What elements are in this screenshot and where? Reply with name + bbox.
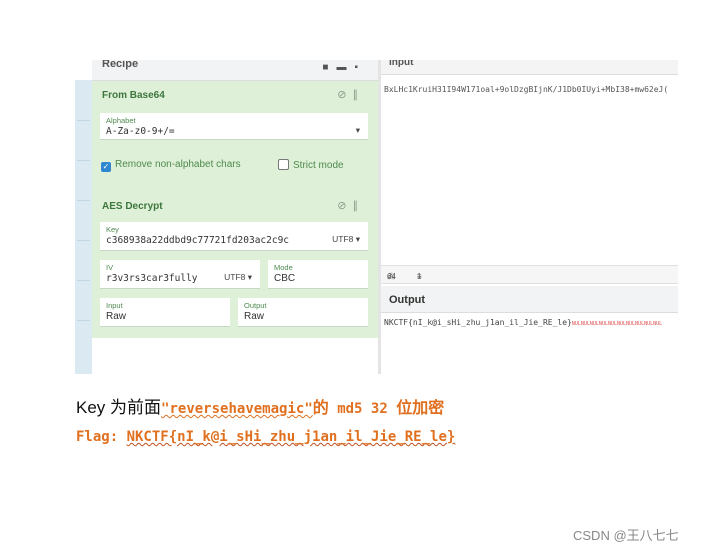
strict-mode-label: Strict mode bbox=[293, 160, 344, 171]
op-controls: ⊘∥ bbox=[337, 88, 364, 101]
iv-value: r3v3rs3car3fully bbox=[106, 273, 198, 284]
output-null-bytes: NULNULNULNULNULNULNULNULNULNUL bbox=[571, 321, 663, 327]
chevron-down-icon: ▾ bbox=[355, 125, 360, 135]
recipe-header: Recipe ■▬▪ bbox=[92, 60, 378, 81]
input-format-label: Input bbox=[106, 301, 123, 310]
alphabet-label: Alphabet bbox=[106, 116, 136, 125]
mode-value: CBC bbox=[274, 273, 296, 284]
delete-icon[interactable]: ▪ bbox=[354, 62, 366, 73]
checkbox-unchecked-icon bbox=[278, 159, 289, 170]
input-header: Input bbox=[381, 60, 678, 75]
flag-value: NKCTF{nI_k@i_sHi_zhu_j1an_il_Jie_RE_le} bbox=[126, 429, 456, 445]
recipe-title: Recipe bbox=[102, 60, 139, 70]
iv-label: IV bbox=[106, 263, 114, 272]
input-status-bar: ⁂ 64 ≡ 1 bbox=[381, 265, 678, 284]
key-field[interactable]: Key c368938a22ddbd9c77721fd203ac2c9c UTF… bbox=[100, 222, 368, 251]
op-from-base64: From Base64 ⊘∥ Alphabet A-Za-z0-9+/= ▾ ✓… bbox=[92, 81, 378, 193]
pause-icon[interactable]: ∥ bbox=[353, 89, 365, 101]
output-format-select[interactable]: Output Raw bbox=[238, 298, 368, 327]
folder-icon[interactable]: ▬ bbox=[336, 62, 354, 73]
mode-label: Mode bbox=[274, 263, 293, 272]
checkbox-checked-icon: ✓ bbox=[101, 162, 111, 172]
alphabet-value: A-Za-z0-9+/= bbox=[106, 126, 175, 137]
key-value: c368938a22ddbd9c77721fd203ac2c9c bbox=[106, 235, 290, 246]
cyberchef-screenshot: Recipe ■▬▪ From Base64 ⊘∥ Alphabet A-Za-… bbox=[75, 60, 678, 374]
key-label: Key bbox=[106, 225, 119, 234]
iv-field[interactable]: IV r3v3rs3car3fully UTF8 ▾ bbox=[100, 260, 260, 289]
flag-label: Flag: bbox=[76, 429, 127, 445]
panel-divider[interactable] bbox=[378, 60, 381, 374]
strict-mode-checkbox[interactable]: Strict mode bbox=[278, 159, 344, 171]
recipe-body: From Base64 ⊘∥ Alphabet A-Za-z0-9+/= ▾ ✓… bbox=[92, 81, 378, 374]
input-format-value: Raw bbox=[106, 311, 127, 322]
alphabet-select[interactable]: Alphabet A-Za-z0-9+/= ▾ bbox=[100, 113, 368, 140]
output-header: Output bbox=[381, 286, 678, 313]
recipe-toolbar: ■▬▪ bbox=[322, 62, 366, 73]
output-title: Output bbox=[389, 294, 426, 306]
input-title: Input bbox=[389, 60, 414, 68]
input-textarea[interactable]: BxLHc1KruiH31I94W171oal+9olDzgBIjnK/J1Db… bbox=[384, 85, 678, 94]
output-value: NKCTF{nI_k@i_sHi_zhu_j1an_il_Jie_RE_le} bbox=[384, 318, 572, 327]
op-aes-decrypt: AES Decrypt ⊘∥ Key c368938a22ddbd9c77721… bbox=[92, 193, 378, 338]
op-title-from-base64: From Base64 bbox=[102, 90, 165, 101]
watermark: CSDN @王八七七 bbox=[573, 528, 679, 543]
key-note: Key 为前面"reversehavemagic"的 md5 32 位加密 bbox=[76, 398, 445, 417]
remove-nonalpha-checkbox[interactable]: ✓ Remove non-alphabet chars bbox=[101, 159, 241, 172]
disable-icon[interactable]: ⊘ bbox=[337, 89, 352, 101]
remove-nonalpha-label: Remove non-alphabet chars bbox=[115, 159, 241, 170]
output-textarea[interactable]: NKCTF{nI_k@i_sHi_zhu_j1an_il_Jie_RE_le}N… bbox=[384, 318, 662, 327]
disable-icon[interactable]: ⊘ bbox=[337, 200, 352, 212]
save-icon[interactable]: ■ bbox=[322, 62, 336, 73]
iv-encoding-dropdown[interactable]: UTF8 ▾ bbox=[224, 272, 252, 283]
mode-select[interactable]: Mode CBC bbox=[268, 260, 368, 289]
op-controls: ⊘∥ bbox=[337, 199, 364, 212]
output-format-value: Raw bbox=[244, 311, 265, 322]
pause-icon[interactable]: ∥ bbox=[353, 200, 365, 212]
key-phrase: "reversehavemagic" bbox=[161, 401, 313, 417]
output-format-label: Output bbox=[244, 301, 267, 310]
input-format-select[interactable]: Input Raw bbox=[100, 298, 230, 327]
operations-panel-edge bbox=[75, 80, 92, 374]
flag-line: Flag: NKCTF{nI_k@i_sHi_zhu_j1an_il_Jie_R… bbox=[76, 429, 455, 445]
op-title-aes-decrypt: AES Decrypt bbox=[102, 201, 163, 212]
key-encoding-dropdown[interactable]: UTF8 ▾ bbox=[332, 234, 360, 245]
